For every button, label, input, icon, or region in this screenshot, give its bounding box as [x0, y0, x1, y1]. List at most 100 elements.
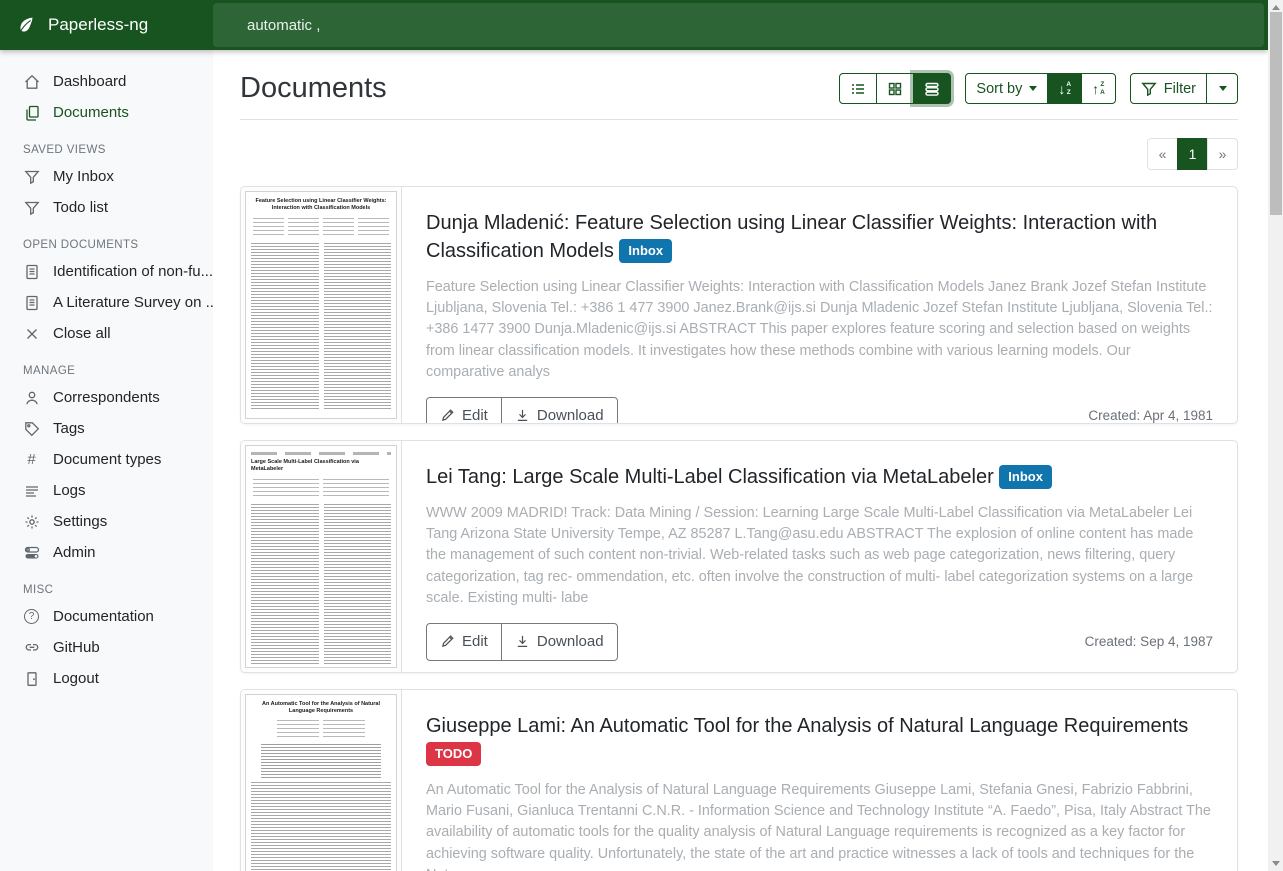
sidebar-item-documentation[interactable]: ? Documentation — [0, 601, 213, 632]
sidebar-item-my-inbox[interactable]: My Inbox — [0, 161, 213, 192]
scrollbar-down-arrow-icon[interactable] — [1272, 861, 1280, 866]
tag-badge[interactable]: TODO — [426, 742, 481, 766]
sidebar-item-label: Close all — [53, 325, 111, 342]
details-view-icon — [924, 81, 940, 97]
thumbnail-text-block — [251, 782, 391, 871]
sidebar-item-label: Documents — [53, 104, 129, 121]
link-icon — [23, 639, 40, 656]
sidebar-item-github[interactable]: GitHub — [0, 632, 213, 663]
document-thumbnail[interactable]: An Automatic Tool for the Analysis of Na… — [241, 690, 402, 871]
document-card-footer: Edit Download Created: Sep 4, 1987 — [426, 609, 1213, 661]
documents-header: Documents Sort by ↓AZ — [240, 72, 1238, 120]
edit-label: Edit — [462, 407, 488, 424]
thumbnail-title: An Automatic Tool for the Analysis of Na… — [251, 701, 391, 716]
document-title-text: Giuseppe Lami: An Automatic Tool for the… — [426, 715, 1188, 737]
thumbnail-abstract-block — [261, 744, 381, 778]
thumbnail-text-columns — [251, 504, 391, 664]
sidebar-item-settings[interactable]: Settings — [0, 506, 213, 537]
sort-by-dropdown[interactable]: Sort by — [965, 73, 1048, 104]
sidebar-heading-saved-views: SAVED VIEWS — [0, 128, 213, 161]
window-scrollbar[interactable] — [1268, 0, 1283, 871]
document-title[interactable]: Lei Tang: Large Scale Multi-Label Classi… — [426, 463, 1213, 491]
sort-group: Sort by ↓AZ ↑ZA — [965, 73, 1115, 104]
edit-label: Edit — [462, 633, 488, 650]
download-button[interactable]: Download — [501, 623, 618, 661]
sidebar-item-admin[interactable]: Admin — [0, 537, 213, 568]
download-label: Download — [537, 407, 604, 424]
created-date: Created: Sep 4, 1987 — [1085, 634, 1213, 649]
pagination-next-button[interactable]: » — [1207, 138, 1238, 170]
sidebar-item-correspondents[interactable]: Correspondents — [0, 382, 213, 413]
sidebar-heading-open-documents: OPEN DOCUMENTS — [0, 223, 213, 256]
sidebar-item-label: Tags — [53, 420, 85, 437]
pagination-page-1-button[interactable]: 1 — [1177, 138, 1208, 170]
thumbnail-text-columns — [251, 243, 391, 411]
sidebar-item-document-types[interactable]: # Document types — [0, 444, 213, 475]
sort-up-za-icon: ↑ZA — [1092, 81, 1105, 95]
sidebar-item-tags[interactable]: Tags — [0, 413, 213, 444]
pencil-icon — [440, 634, 455, 649]
sidebar-item-label: Settings — [53, 513, 107, 530]
sidebar-item-label: Todo list — [53, 199, 108, 216]
chevron-down-icon — [1219, 86, 1227, 91]
sidebar-item-dashboard[interactable]: Dashboard — [0, 66, 213, 97]
scrollbar-thumb[interactable] — [1270, 12, 1282, 215]
sidebar-item-close-all[interactable]: Close all — [0, 318, 213, 349]
sidebar-item-open-doc-2[interactable]: A Literature Survey on ... — [0, 287, 213, 318]
file-text-icon — [23, 294, 40, 311]
pagination-prev-button[interactable]: « — [1147, 138, 1178, 170]
funnel-icon — [1141, 81, 1157, 97]
sidebar-item-open-doc-1[interactable]: Identification of non-fu... — [0, 256, 213, 287]
created-date: Created: Apr 4, 1981 — [1088, 408, 1213, 423]
sort-ascending-button[interactable]: ↑ZA — [1081, 73, 1116, 104]
pagination: « 1 » — [240, 138, 1238, 170]
document-title-text: Lei Tang: Large Scale Multi-Label Classi… — [426, 466, 994, 488]
view-grid-button[interactable] — [876, 73, 914, 104]
document-thumbnail[interactable]: Feature Selection using Linear Classifie… — [241, 187, 402, 423]
document-thumbnail[interactable]: Large Scale Multi-Label Classification v… — [241, 441, 402, 672]
door-icon — [23, 670, 40, 687]
sort-descending-button[interactable]: ↓AZ — [1047, 73, 1082, 104]
edit-button[interactable]: Edit — [426, 397, 502, 424]
pencil-icon — [440, 408, 455, 423]
download-button[interactable]: Download — [501, 397, 618, 424]
document-card-body: Lei Tang: Large Scale Multi-Label Classi… — [402, 441, 1237, 672]
thumbnail-page: Feature Selection using Linear Classifie… — [245, 191, 397, 419]
thumbnail-authors — [253, 218, 389, 238]
tag-badge[interactable]: Inbox — [619, 239, 672, 263]
logs-icon — [23, 482, 40, 499]
document-card-footer: Edit Download Created: Apr 4, 1981 — [426, 383, 1213, 424]
sidebar: Dashboard Documents SAVED VIEWS My Inbox… — [0, 50, 213, 871]
view-details-button[interactable] — [913, 73, 951, 104]
filter-button[interactable]: Filter — [1130, 73, 1207, 104]
document-title[interactable]: Giuseppe Lami: An Automatic Tool for the… — [426, 712, 1213, 768]
tag-badge[interactable]: Inbox — [999, 465, 1052, 489]
sidebar-item-logs[interactable]: Logs — [0, 475, 213, 506]
sidebar-item-documents[interactable]: Documents — [0, 97, 213, 128]
thumbnail-page: Large Scale Multi-Label Classification v… — [245, 445, 397, 668]
scrollbar-up-arrow-icon[interactable] — [1272, 5, 1280, 10]
document-title[interactable]: Dunja Mladenić: Feature Selection using … — [426, 209, 1213, 265]
sidebar-item-label: Documentation — [53, 608, 154, 625]
global-search-input[interactable] — [213, 3, 1264, 47]
list-view-icon — [850, 81, 866, 97]
sidebar-item-label: Admin — [53, 544, 96, 561]
sidebar-item-label: Dashboard — [53, 73, 126, 90]
edit-button[interactable]: Edit — [426, 623, 502, 661]
gear-icon — [23, 513, 40, 530]
filter-dropdown-button[interactable] — [1206, 73, 1238, 104]
document-card-body: Giuseppe Lami: An Automatic Tool for the… — [402, 690, 1237, 871]
download-icon — [515, 634, 530, 649]
download-icon — [515, 408, 530, 423]
file-text-icon — [23, 263, 40, 280]
app-brand[interactable]: Paperless-ng — [0, 14, 213, 36]
card-actions-group: Edit Download — [426, 623, 618, 661]
close-icon — [23, 325, 40, 342]
sidebar-item-todo-list[interactable]: Todo list — [0, 192, 213, 223]
person-icon — [23, 389, 40, 406]
sidebar-item-logout[interactable]: Logout — [0, 663, 213, 694]
thumbnail-authors — [253, 479, 389, 499]
sidebar-heading-manage: MANAGE — [0, 349, 213, 382]
view-list-button[interactable] — [839, 73, 877, 104]
sidebar-item-label: Document types — [53, 451, 161, 468]
